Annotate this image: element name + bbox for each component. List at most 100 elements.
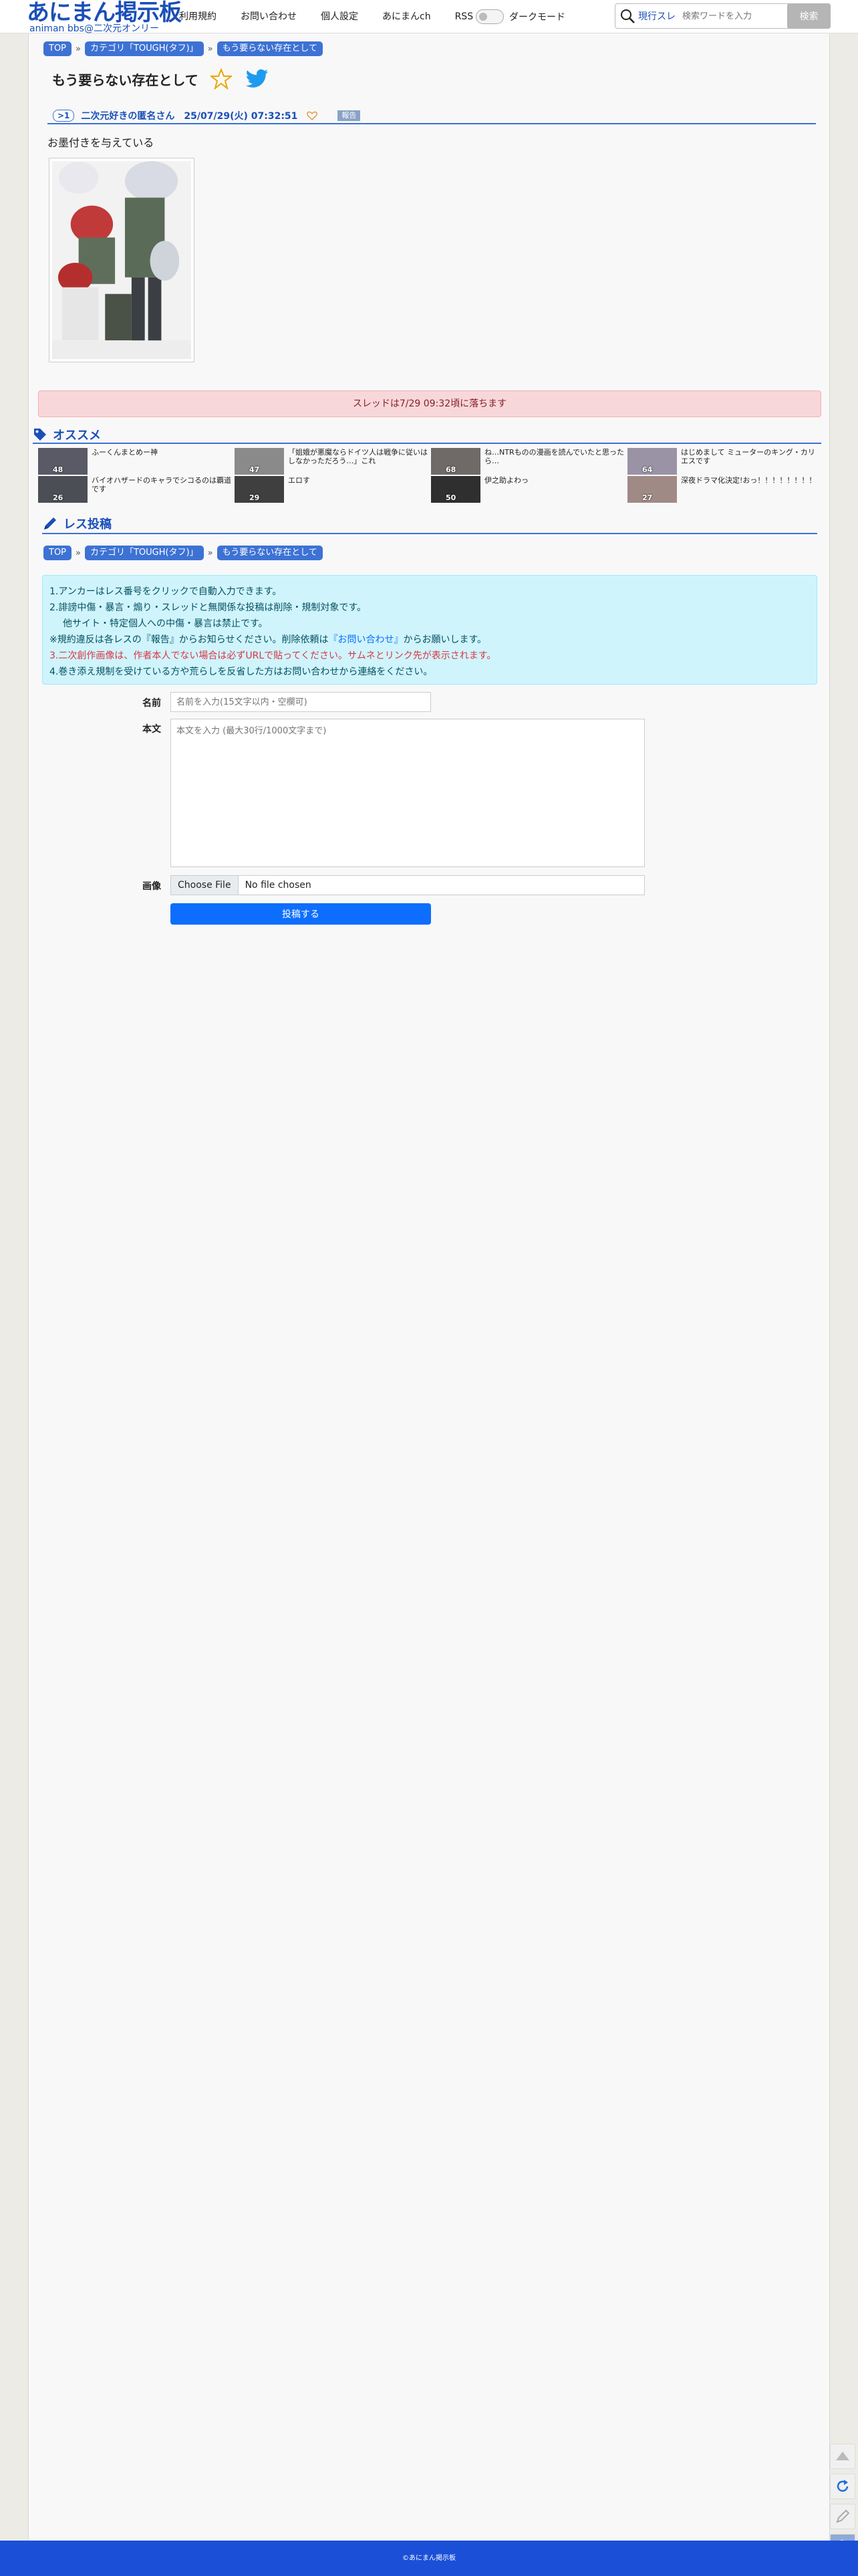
breadcrumb-top[interactable]: TOP: [43, 41, 72, 56]
breadcrumb: TOP » カテゴリ「TOUGH(タフ)」 » もう要らない存在として: [43, 41, 323, 56]
site-footer: ©あにまん掲示板: [0, 2541, 858, 2576]
recommend-thumbnail: 68: [431, 448, 480, 475]
recommend-title[interactable]: ふーくんまとめー神: [92, 448, 232, 457]
scroll-top-button[interactable]: [830, 2444, 855, 2469]
rule-text: からお願いします。: [403, 634, 487, 645]
recommend-item[interactable]: 29 エロす: [235, 476, 428, 503]
comment-count: 64: [642, 465, 653, 474]
recommend-item[interactable]: 64 はじめまして ミューターのキング・カリエスです: [627, 448, 821, 475]
recommend-title[interactable]: 「姐娥が悪魔ならドイツ人は戦争に従いはしなかっただろう…」これ: [288, 448, 428, 465]
nav-contact[interactable]: お問い合わせ: [241, 10, 297, 23]
file-status: No file chosen: [245, 880, 311, 891]
search-input[interactable]: [682, 11, 782, 21]
post-image-thumbnail[interactable]: [49, 158, 194, 362]
thread-expiry-notice: スレッドは7/29 09:32頃に落ちます: [38, 390, 821, 417]
breadcrumb-bottom: TOP » カテゴリ「TOUGH(タフ)」 » もう要らない存在として: [43, 546, 323, 560]
main-content: TOP » カテゴリ「TOUGH(タフ)」 » もう要らない存在として もう要ら…: [28, 33, 830, 2541]
dark-mode-label: ダークモード: [509, 12, 565, 23]
rule-line: 1.アンカーはレス番号をクリックで自動入力できます。: [49, 586, 282, 597]
report-button[interactable]: 報告: [337, 110, 361, 121]
comment-count: 68: [446, 465, 456, 474]
breadcrumb-category[interactable]: カテゴリ「TOUGH(タフ)」: [84, 41, 204, 56]
search-icon: [621, 9, 635, 23]
submit-button[interactable]: 投稿する: [170, 903, 431, 925]
reload-button[interactable]: [830, 2474, 855, 2499]
comment-count: 26: [53, 493, 63, 502]
nav-terms[interactable]: 利用規約: [179, 10, 217, 23]
pencil-icon: [836, 2509, 850, 2523]
post-author: 二次元好きの匿名さん: [81, 111, 175, 122]
recommend-thumbnail: 47: [235, 448, 284, 475]
rule-line: 2.誹謗中傷・暴言・煽り・スレッドと無関係な投稿は削除・規制対象です。: [49, 602, 366, 613]
thread-title: もう要らない存在として: [52, 72, 198, 88]
name-field[interactable]: [170, 692, 431, 712]
nav-settings[interactable]: 個人設定: [321, 10, 358, 23]
site-logo[interactable]: あにまん掲示板 animan bbs@二次元オンリー: [27, 1, 182, 34]
write-button[interactable]: [830, 2504, 855, 2529]
rule-line: 他サイト・特定個人への中傷・暴言は禁止です。: [63, 618, 268, 629]
nav-animanch[interactable]: あにまんch: [382, 10, 431, 23]
comment-count: 29: [249, 493, 260, 502]
post-number[interactable]: >1: [53, 110, 75, 122]
recommend-title[interactable]: 伊之助よわっ: [484, 476, 625, 485]
top-nav: 利用規約 お問い合わせ 個人設定 あにまんch RSS: [179, 10, 497, 23]
reply-heading-text: レス投稿: [63, 517, 112, 532]
recommend-item[interactable]: 68 ね…NTRものの漫画を読んでいたと思ったら…: [431, 448, 625, 475]
logo-title[interactable]: あにまん掲示板: [27, 1, 182, 24]
search-button[interactable]: 検索: [787, 3, 831, 29]
body-label: 本文: [142, 724, 161, 735]
dark-mode-switch[interactable]: [476, 9, 504, 24]
body-textarea[interactable]: [170, 719, 645, 867]
favorite-star-icon[interactable]: [210, 68, 232, 90]
recommend-thumbnail: 27: [627, 476, 677, 503]
pencil-icon: [44, 517, 56, 530]
site-header: あにまん掲示板 animan bbs@二次元オンリー 利用規約 お問い合わせ 個…: [0, 0, 858, 33]
thread-title-row: もう要らない存在として: [52, 68, 269, 90]
name-label: 名前: [142, 698, 161, 709]
post-date: 25/07/29(火) 07:32:51: [184, 111, 298, 122]
recommend-title[interactable]: 深夜ドラマ化決定!おっ！！！！！！！！: [681, 476, 821, 485]
breadcrumb-separator: »: [207, 548, 213, 558]
nav-rss[interactable]: RSS: [455, 10, 474, 23]
recommend-title[interactable]: はじめまして ミューターのキング・カリエスです: [681, 448, 821, 465]
breadcrumb-thread[interactable]: もう要らない存在として: [217, 41, 323, 56]
tags-icon: [34, 429, 46, 441]
comment-count: 27: [642, 493, 653, 502]
post-header: >1 二次元好きの匿名さん 25/07/29(火) 07:32:51 報告: [47, 108, 816, 124]
rule-text: ※規約違反は各レスの『報告』からお知らせください。削除依頼は: [49, 634, 329, 645]
recommend-item[interactable]: 48 ふーくんまとめー神: [38, 448, 232, 475]
comment-count: 50: [446, 493, 456, 502]
comment-count: 47: [249, 465, 260, 474]
recommend-item[interactable]: 47 「姐娥が悪魔ならドイツ人は戦争に従いはしなかっただろう…」これ: [235, 448, 428, 475]
recommend-heading-text: オススメ: [53, 429, 101, 443]
image-file-input[interactable]: Choose File No file chosen: [170, 875, 645, 895]
recommend-title[interactable]: ね…NTRものの漫画を読んでいたと思ったら…: [484, 448, 625, 465]
recommend-thumbnail: 64: [627, 448, 677, 475]
choose-file-button[interactable]: Choose File: [171, 876, 239, 895]
heart-icon[interactable]: [307, 111, 318, 120]
recommend-item[interactable]: 27 深夜ドラマ化決定!おっ！！！！！！！！: [627, 476, 821, 503]
reply-heading: レス投稿: [42, 514, 817, 534]
image-label: 画像: [142, 881, 161, 892]
breadcrumb-top[interactable]: TOP: [43, 546, 72, 560]
dark-mode-toggle[interactable]: ダークモード: [476, 9, 565, 24]
rule-line: ※規約違反は各レスの『報告』からお知らせください。削除依頼は『お問い合わせ』から…: [49, 632, 810, 648]
search-scope-select[interactable]: 現行スレ: [638, 9, 676, 23]
logo-subtitle: animan bbs@二次元オンリー: [29, 23, 159, 34]
recommend-thumbnail: 26: [38, 476, 88, 503]
rule-line: 4.巻き添え規制を受けている方や荒らしを反省した方はお問い合わせから連絡をくださ…: [49, 667, 433, 677]
recommend-thumbnail: 50: [431, 476, 480, 503]
breadcrumb-category[interactable]: カテゴリ「TOUGH(タフ)」: [84, 546, 204, 560]
recommend-title[interactable]: バイオハザードのキャラでシコるのは覇道です: [92, 476, 232, 493]
triangle-up-icon: [836, 2452, 849, 2460]
breadcrumb-thread[interactable]: もう要らない存在として: [217, 546, 323, 560]
recommend-grid: 48 ふーくんまとめー神 47 「姐娥が悪魔ならドイツ人は戦争に従いはしなかった…: [38, 448, 821, 503]
twitter-share-icon[interactable]: [245, 68, 269, 90]
breadcrumb-separator: »: [76, 548, 81, 558]
recommend-item[interactable]: 26 バイオハザードのキャラでシコるのは覇道です: [38, 476, 232, 503]
recommend-item[interactable]: 50 伊之助よわっ: [431, 476, 625, 503]
recommend-title[interactable]: エロす: [288, 476, 428, 485]
contact-link[interactable]: 『お問い合わせ』: [328, 634, 403, 645]
recommend-thumbnail: 29: [235, 476, 284, 503]
recommend-thumbnail: 48: [38, 448, 88, 475]
